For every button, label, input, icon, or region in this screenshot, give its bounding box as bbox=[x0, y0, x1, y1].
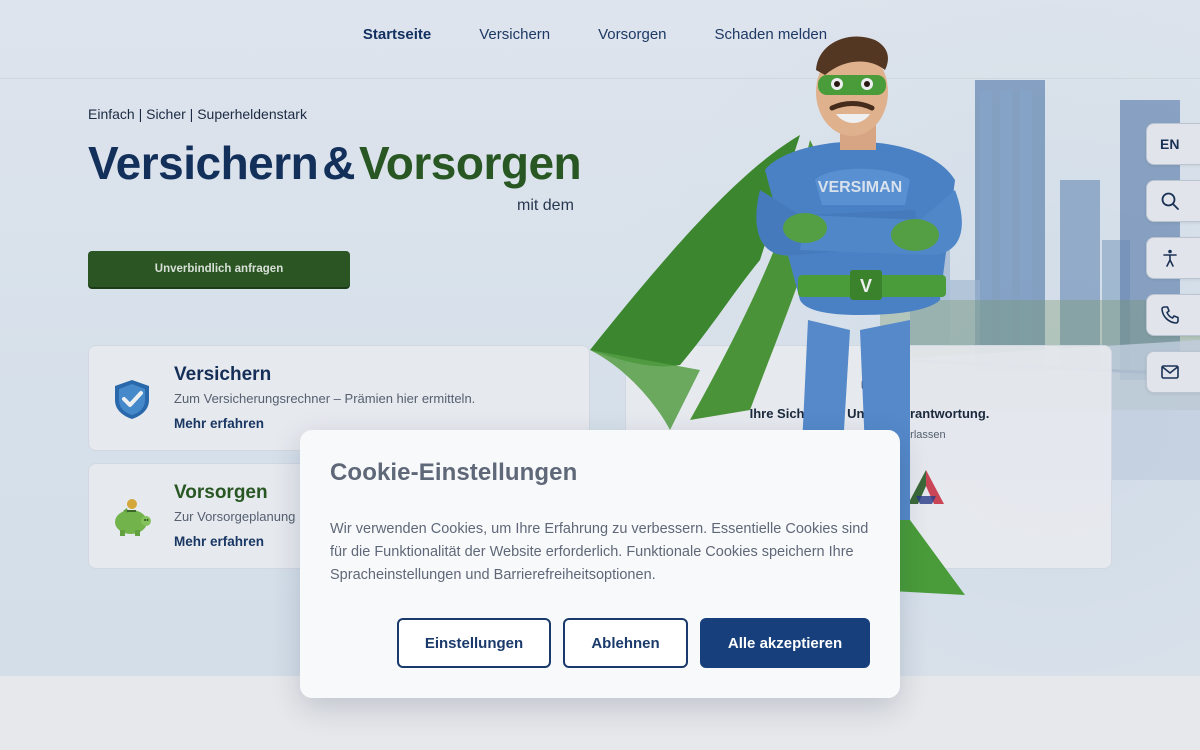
cookie-dialog-title: Cookie-Einstellungen bbox=[330, 459, 578, 486]
cookie-decline-button[interactable]: Ablehnen bbox=[563, 618, 688, 668]
cookie-dialog: Cookie-Einstellungen Wir verwenden Cooki… bbox=[300, 430, 900, 698]
cookie-dialog-body: Wir verwenden Cookies, um Ihre Erfahrung… bbox=[330, 521, 869, 583]
cookie-accept-all-button[interactable]: Alle akzeptieren bbox=[700, 618, 870, 668]
cookie-settings-button[interactable]: Einstellungen bbox=[397, 618, 551, 668]
